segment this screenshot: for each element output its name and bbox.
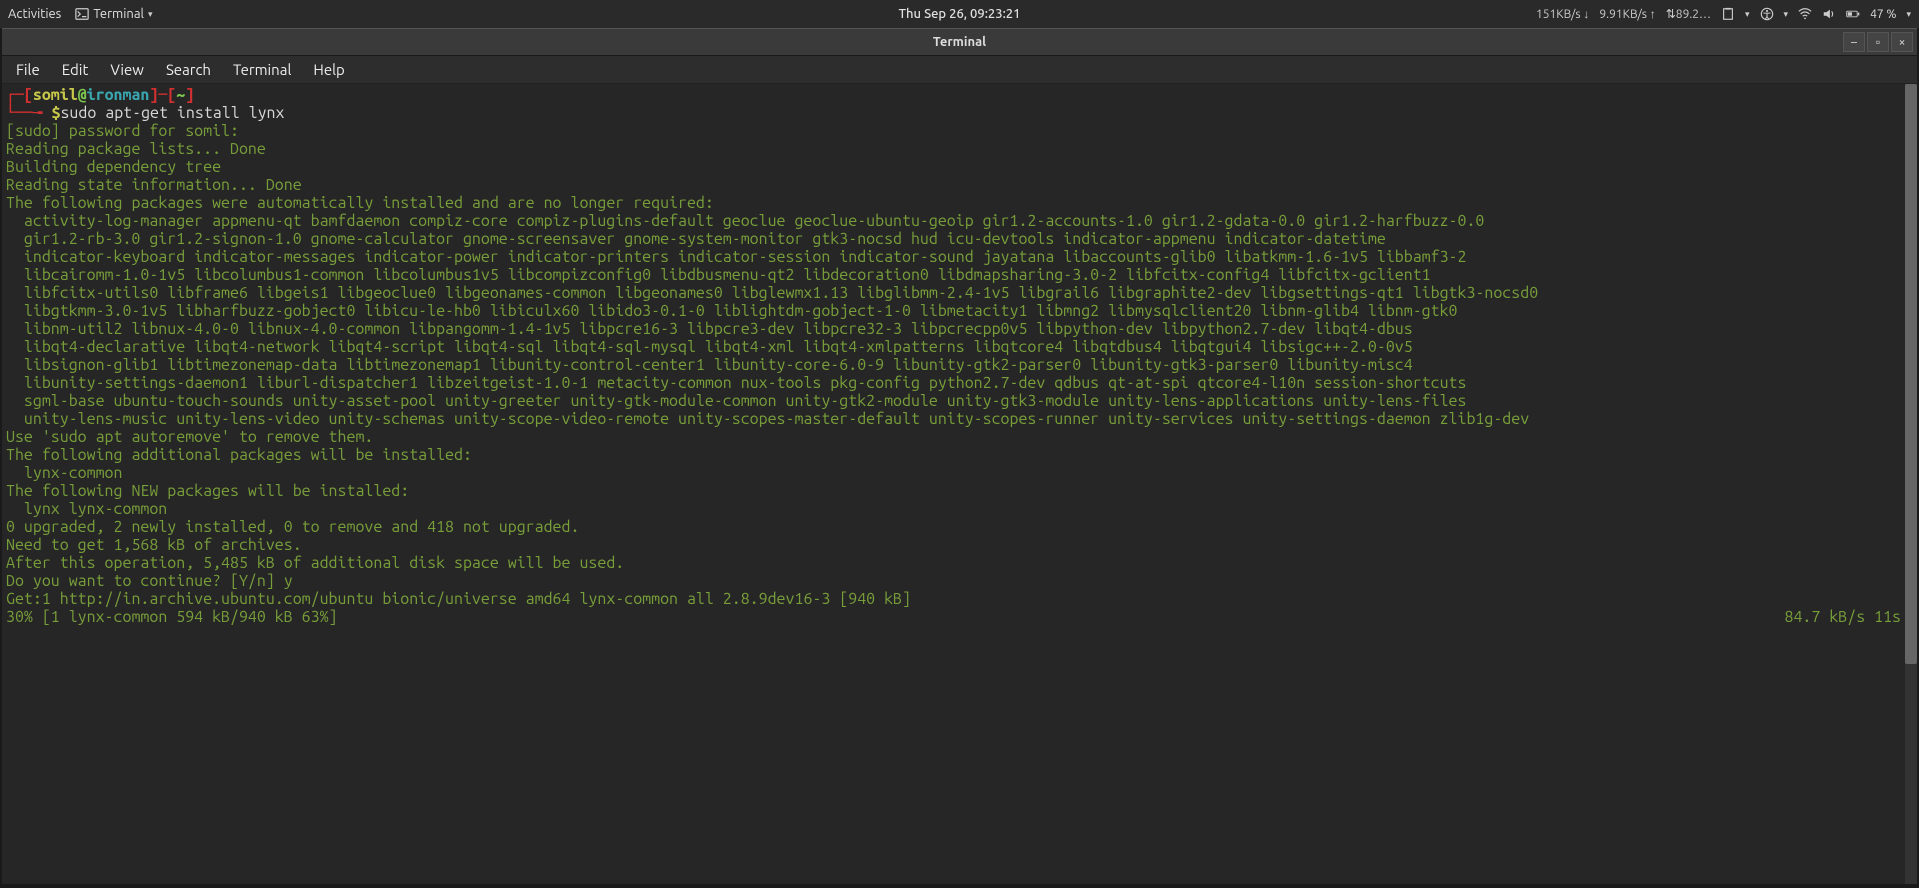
activities-button[interactable]: Activities (8, 7, 61, 21)
clock[interactable]: Thu Sep 26, 09:23:21 (899, 7, 1021, 21)
window-minimize-button[interactable]: – (1843, 32, 1865, 52)
battery-icon[interactable] (1846, 7, 1860, 21)
battery-percent: 47 % (1870, 8, 1896, 21)
wifi-icon[interactable] (1798, 7, 1812, 21)
chevron-down-icon: ▾ (148, 9, 153, 20)
menu-file[interactable]: File (6, 59, 50, 80)
menu-terminal[interactable]: Terminal (223, 59, 301, 80)
accessibility-icon[interactable] (1760, 7, 1774, 21)
topbar-app-menu[interactable]: Terminal ▾ (75, 7, 152, 21)
net-down-speed: 151KB/s ↓ (1536, 7, 1589, 21)
chevron-down-icon: ▾ (1745, 9, 1750, 20)
menu-view[interactable]: View (100, 59, 154, 80)
net-up-speed: 9.91KB/s ↑ (1599, 7, 1655, 21)
terminal-body[interactable]: ┌─[somil@ironman]─[~] └──╼ $sudo apt-get… (2, 84, 1905, 884)
terminal-menubar: File Edit View Search Terminal Help (2, 56, 1917, 84)
net-other: ⇅89.2… (1666, 7, 1711, 21)
volume-icon[interactable] (1822, 7, 1836, 21)
window-titlebar[interactable]: Terminal – ▫ × (2, 28, 1917, 56)
menu-edit[interactable]: Edit (52, 59, 99, 80)
menu-search[interactable]: Search (156, 59, 221, 80)
gnome-topbar: Activities Terminal ▾ Thu Sep 26, 09:23:… (0, 0, 1919, 28)
chevron-down-icon: ▾ (1784, 9, 1789, 20)
scrollbar-thumb[interactable] (1905, 84, 1917, 664)
window-title: Terminal (933, 35, 986, 49)
window-maximize-button[interactable]: ▫ (1867, 32, 1889, 52)
terminal-window: Terminal – ▫ × File Edit View Search Ter… (2, 28, 1917, 884)
chevron-down-icon: ▾ (1906, 9, 1911, 20)
window-close-button[interactable]: × (1891, 32, 1913, 52)
topbar-app-name: Terminal (93, 7, 144, 21)
terminal-scrollbar[interactable] (1905, 84, 1917, 884)
terminal-icon (75, 7, 89, 21)
clipboard-icon[interactable] (1721, 7, 1735, 21)
menu-help[interactable]: Help (303, 59, 354, 80)
